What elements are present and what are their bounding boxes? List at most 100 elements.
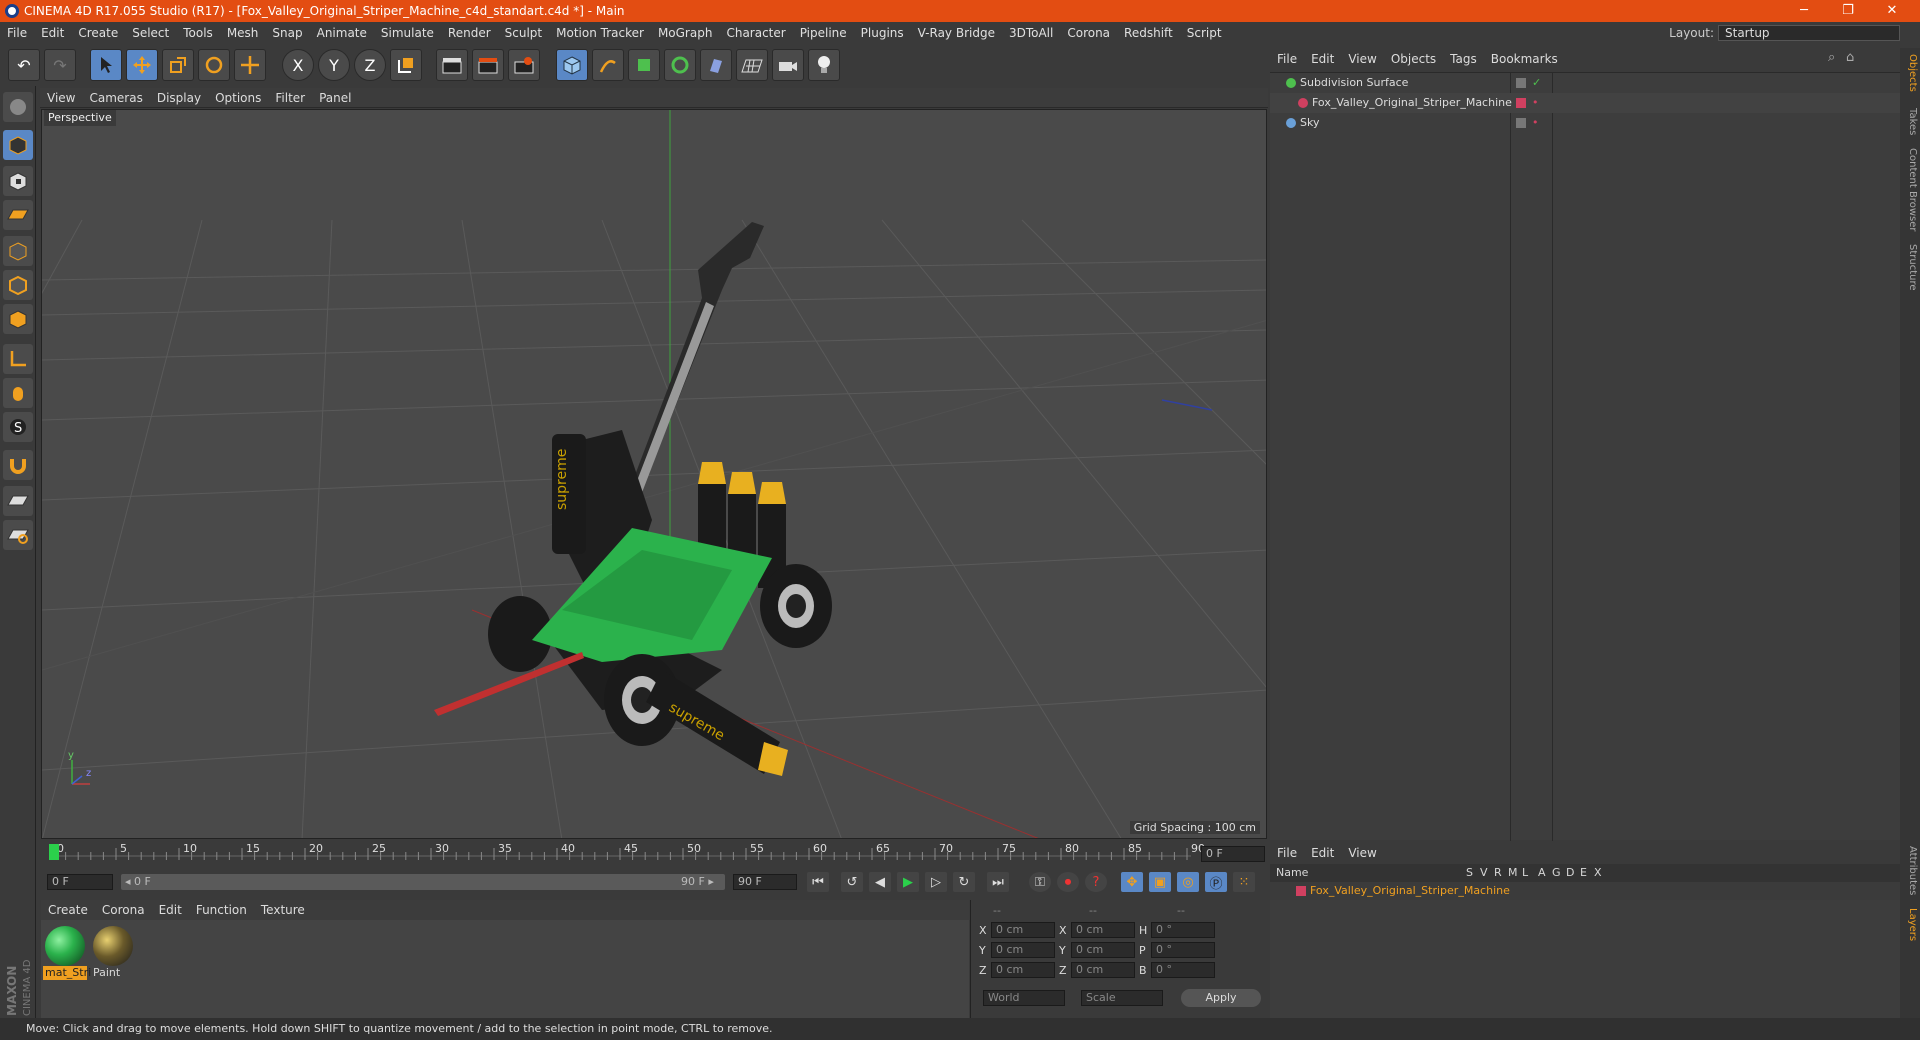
menu-motion-tracker[interactable]: Motion Tracker	[549, 22, 651, 44]
play-button[interactable]: ▶	[897, 872, 919, 892]
minimize-button[interactable]: ─	[1784, 0, 1824, 22]
menu-select[interactable]: Select	[125, 22, 176, 44]
menu-render[interactable]: Render	[441, 22, 498, 44]
menu-create[interactable]: Create	[71, 22, 125, 44]
transform-tool-button[interactable]	[234, 49, 266, 81]
coord-value-field[interactable]: 0 cm	[991, 922, 1055, 938]
keyframe-selection-button[interactable]: ?	[1085, 872, 1107, 892]
tab-content-browser[interactable]: Content Browser	[1902, 148, 1918, 231]
magnet-button[interactable]	[3, 450, 33, 480]
workplane-mode-button[interactable]	[3, 200, 33, 230]
object-search-icon[interactable]: ⌕	[1828, 50, 1835, 65]
polygons-mode-button[interactable]	[3, 304, 33, 334]
object-menu-objects[interactable]: Objects	[1384, 48, 1443, 70]
object-row[interactable]: Sky •	[1270, 113, 1900, 133]
restore-button[interactable]: ❐	[1828, 0, 1868, 22]
coord-value-field[interactable]: 0 °	[1151, 942, 1215, 958]
next-key-button[interactable]: ↻	[953, 872, 975, 892]
points-mode-button[interactable]	[3, 236, 33, 266]
object-tag-icon[interactable]: ✓	[1532, 73, 1541, 93]
locked-workplane-button[interactable]	[3, 520, 33, 550]
camera-button[interactable]	[772, 49, 804, 81]
live-selection-button[interactable]	[90, 49, 122, 81]
viewport-menu-panel[interactable]: Panel	[312, 88, 358, 108]
key-position-button[interactable]: ✥	[1121, 872, 1143, 892]
prev-frame-button[interactable]: ◀	[869, 872, 891, 892]
menu-v-ray-bridge[interactable]: V-Ray Bridge	[911, 22, 1002, 44]
coordinate-system-button[interactable]	[390, 49, 422, 81]
coord-value-field[interactable]: 0 cm	[991, 962, 1055, 978]
light-button[interactable]	[808, 49, 840, 81]
next-frame-button[interactable]: ▷	[925, 872, 947, 892]
coord-mode-select[interactable]: World	[983, 990, 1065, 1006]
viewport-menu-options[interactable]: Options	[208, 88, 268, 108]
object-tag-icon[interactable]: •	[1532, 113, 1539, 133]
coord-value-field[interactable]: 0 °	[1151, 962, 1215, 978]
tweak-mode-button[interactable]	[3, 378, 33, 408]
layer-menu-edit[interactable]: Edit	[1304, 842, 1341, 864]
coord-value-field[interactable]: 0 cm	[1071, 942, 1135, 958]
axis-mode-button[interactable]	[3, 344, 33, 374]
object-home-icon[interactable]: ⌂	[1846, 50, 1854, 65]
workplane-lock-button[interactable]	[3, 486, 33, 516]
menu-3dtoall[interactable]: 3DToAll	[1002, 22, 1060, 44]
scale-tool-button[interactable]	[162, 49, 194, 81]
current-frame-marker[interactable]	[49, 844, 59, 860]
end-frame-field[interactable]: 90 F	[733, 874, 797, 890]
viewport-menu-display[interactable]: Display	[150, 88, 208, 108]
menu-plugins[interactable]: Plugins	[854, 22, 911, 44]
menu-corona[interactable]: Corona	[1060, 22, 1117, 44]
coord-scale-select[interactable]: Scale	[1081, 990, 1163, 1006]
material-item-mat-stri[interactable]: mat_Stri	[43, 926, 91, 982]
prev-key-button[interactable]: ↺	[841, 872, 863, 892]
material-menu-function[interactable]: Function	[189, 900, 254, 920]
object-visibility-icon[interactable]	[1516, 98, 1526, 108]
tab-attributes[interactable]: Attributes	[1902, 846, 1918, 895]
menu-mesh[interactable]: Mesh	[220, 22, 266, 44]
coord-value-field[interactable]: 0 cm	[1071, 922, 1135, 938]
material-menu-create[interactable]: Create	[41, 900, 95, 920]
menu-file[interactable]: File	[0, 22, 34, 44]
object-visibility-icon[interactable]	[1516, 78, 1526, 88]
tab-takes[interactable]: Takes	[1902, 108, 1918, 135]
layout-select[interactable]: Startup	[1718, 25, 1900, 41]
render-settings-button[interactable]	[508, 49, 540, 81]
key-scale-button[interactable]: ▣	[1149, 872, 1171, 892]
menu-snap[interactable]: Snap	[265, 22, 309, 44]
layer-row[interactable]: Fox_Valley_Original_Striper_Machine	[1270, 882, 1900, 900]
material-menu-edit[interactable]: Edit	[152, 900, 189, 920]
material-menu-corona[interactable]: Corona	[95, 900, 152, 920]
object-menu-view[interactable]: View	[1341, 48, 1383, 70]
object-row[interactable]: Subdivision Surface ✓	[1270, 73, 1900, 93]
goto-start-button[interactable]: ⏮	[807, 872, 829, 892]
tab-structure[interactable]: Structure	[1902, 244, 1918, 291]
menu-character[interactable]: Character	[719, 22, 792, 44]
menu-redshift[interactable]: Redshift	[1117, 22, 1180, 44]
floor-button[interactable]	[736, 49, 768, 81]
record-active-button[interactable]: ⚿	[1029, 872, 1051, 892]
object-row[interactable]: Fox_Valley_Original_Striper_Machine •	[1270, 93, 1900, 113]
viewport-menu-view[interactable]: View	[40, 88, 82, 108]
material-item-paint[interactable]: Paint	[91, 926, 135, 982]
autokey-button[interactable]: ⏺	[1057, 872, 1079, 892]
tab-objects[interactable]: Objects	[1902, 54, 1918, 92]
object-menu-edit[interactable]: Edit	[1304, 48, 1341, 70]
key-rotation-button[interactable]: ◎	[1177, 872, 1199, 892]
menu-edit[interactable]: Edit	[34, 22, 71, 44]
menu-tools[interactable]: Tools	[176, 22, 220, 44]
cube-primitive-button[interactable]	[556, 49, 588, 81]
coord-value-field[interactable]: 0 °	[1151, 922, 1215, 938]
undo-button[interactable]: ↶	[8, 49, 40, 81]
snap-button[interactable]: S	[3, 412, 33, 442]
start-frame-field[interactable]: 0 F	[47, 874, 113, 890]
x-axis-button[interactable]: X	[282, 49, 314, 81]
object-tag-icon[interactable]: •	[1532, 93, 1539, 113]
z-axis-button[interactable]: Z	[354, 49, 386, 81]
render-picture-viewer-button[interactable]	[472, 49, 504, 81]
deformer-button[interactable]	[700, 49, 732, 81]
close-button[interactable]: ✕	[1872, 0, 1912, 22]
tab-layers[interactable]: Layers	[1902, 908, 1918, 941]
goto-end-button[interactable]: ⏭	[987, 872, 1009, 892]
redo-button[interactable]: ↷	[44, 49, 76, 81]
coord-value-field[interactable]: 0 cm	[991, 942, 1055, 958]
